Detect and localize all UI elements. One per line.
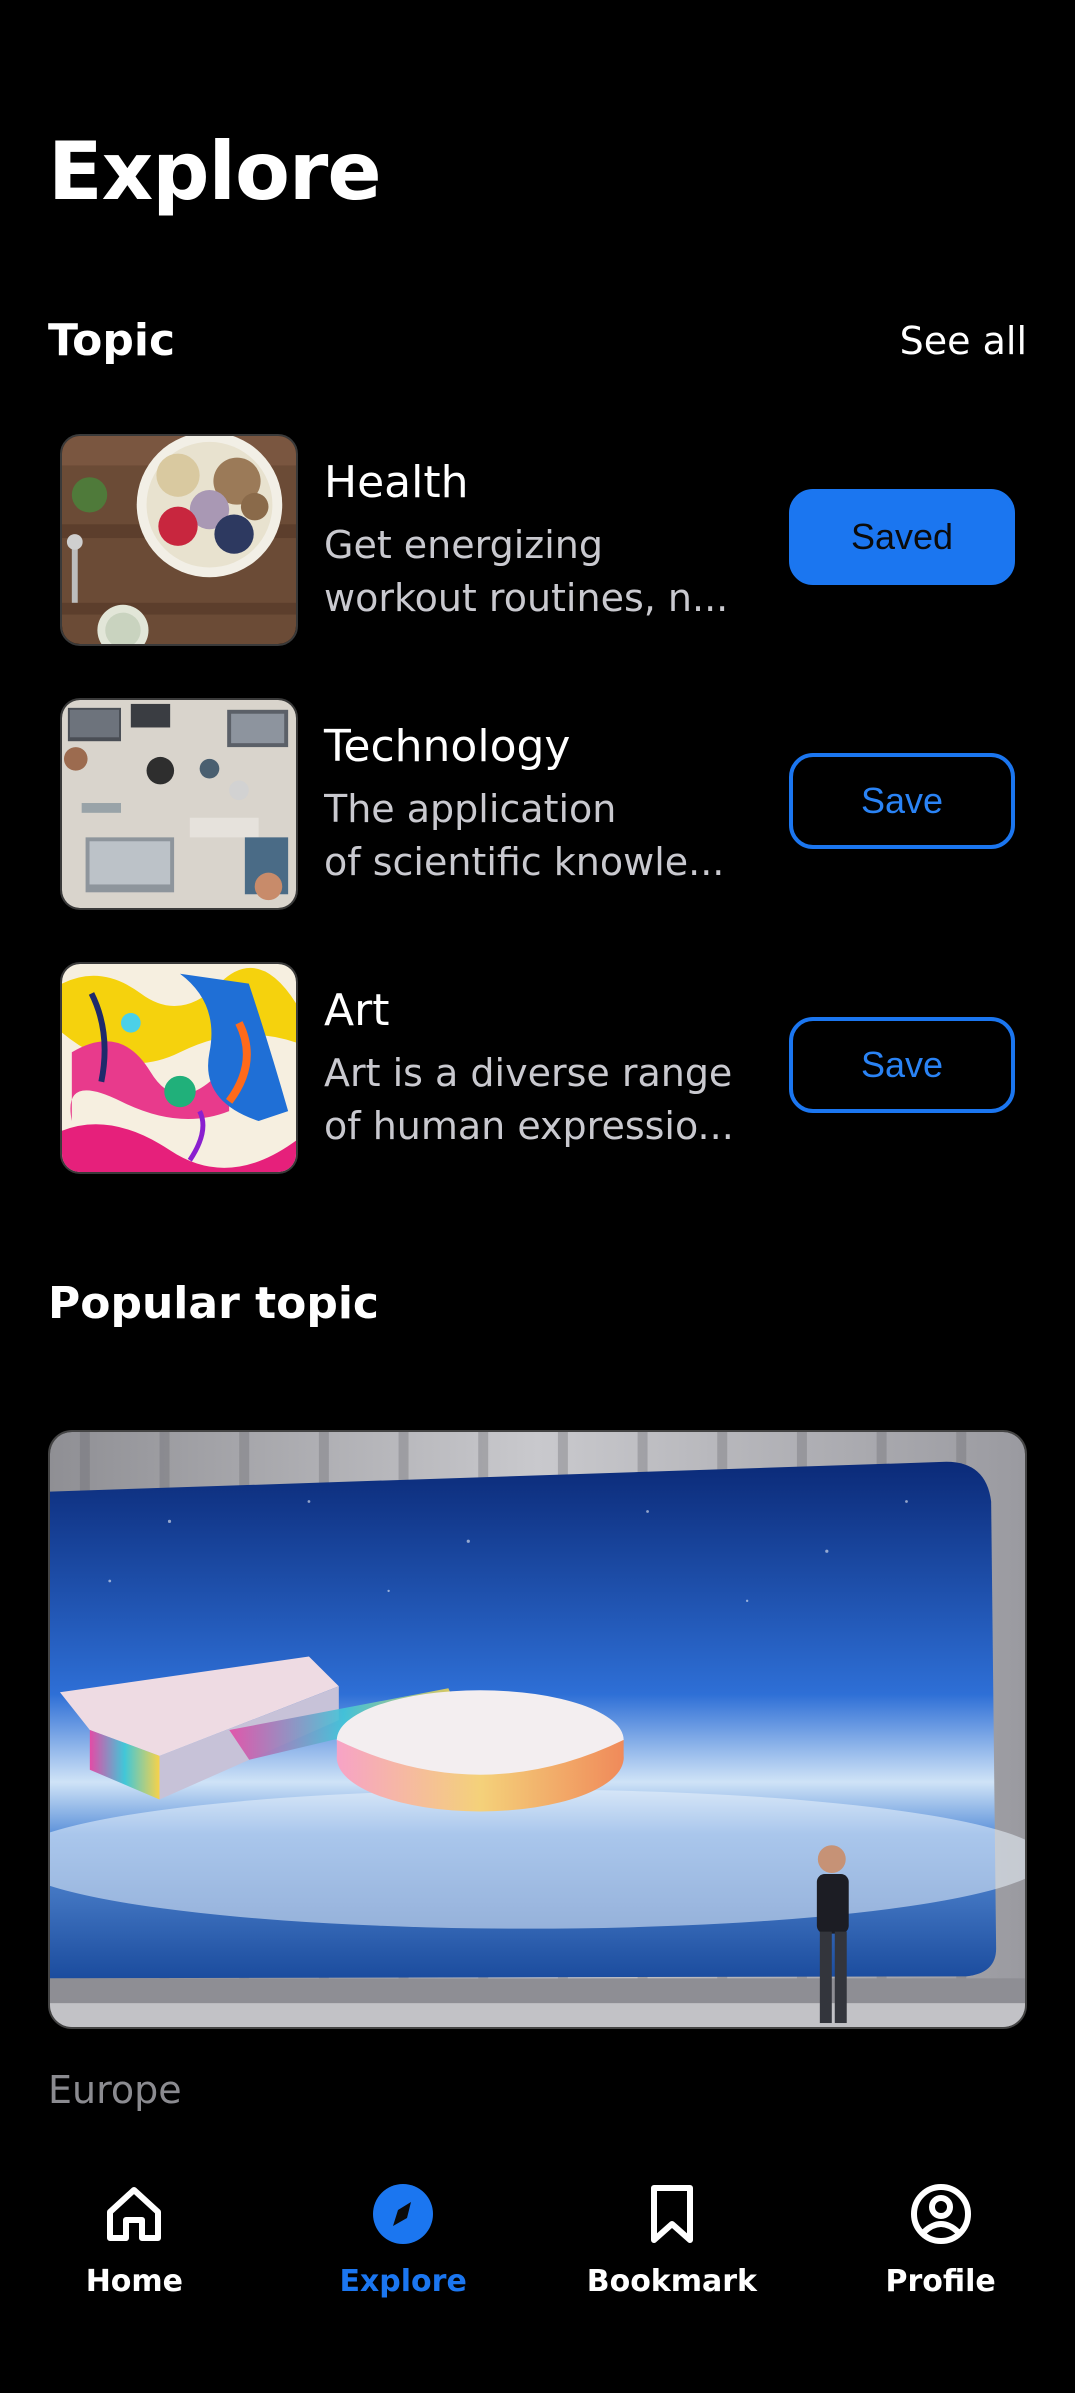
bottom-navigation: Home Explore Bookmark Profile xyxy=(0,2160,1075,2393)
topic-description-line: of scientific knowle... xyxy=(324,840,725,884)
popular-section-header: Popular topic xyxy=(48,1278,1027,1329)
topic-description-line: workout routines, n... xyxy=(324,576,729,620)
health-thumbnail xyxy=(60,434,298,646)
topic-description-line: Get energizing xyxy=(324,523,603,567)
technology-thumbnail xyxy=(60,698,298,910)
save-button[interactable]: Save xyxy=(789,753,1015,849)
topic-name: Health xyxy=(324,457,469,508)
saved-button[interactable]: Saved xyxy=(789,489,1015,585)
topic-description-line: Art is a diverse range xyxy=(324,1051,733,1095)
topic-text: Health Get energizing workout routines, … xyxy=(324,455,754,625)
topic-section-header: Topic See all xyxy=(48,315,1027,366)
topic-name: Technology xyxy=(324,721,571,772)
popular-topic-image xyxy=(50,1432,1025,2027)
topic-row-health[interactable]: Health Get energizing workout routines, … xyxy=(60,432,1015,648)
topic-description-line: of human expressio... xyxy=(324,1104,734,1148)
popular-section-title: Popular topic xyxy=(48,1278,380,1329)
topic-row-art[interactable]: Art Art is a diverse range of human expr… xyxy=(60,960,1015,1176)
nav-label-explore: Explore xyxy=(339,2264,467,2299)
topic-description: The application of scientific knowle... xyxy=(324,783,754,889)
nav-label-bookmark: Bookmark xyxy=(586,2264,758,2299)
art-thumbnail xyxy=(60,962,298,1174)
bookmark-icon xyxy=(650,2185,693,2243)
topic-description: Art is a diverse range of human expressi… xyxy=(324,1047,754,1153)
nav-label-profile: Profile xyxy=(885,2264,996,2299)
nav-item-home[interactable]: Home xyxy=(0,2160,268,2393)
topic-text: Art Art is a diverse range of human expr… xyxy=(324,983,754,1153)
topic-description: Get energizing workout routines, n... xyxy=(324,519,754,625)
home-icon xyxy=(107,2187,162,2241)
topic-text: Technology The application of scientific… xyxy=(324,719,754,889)
topic-section-title: Topic xyxy=(48,315,176,366)
save-button[interactable]: Save xyxy=(789,1017,1015,1113)
compass-icon xyxy=(373,2184,434,2244)
explore-screen: Explore Topic See all Health Get energiz… xyxy=(0,0,1075,2393)
popular-topic-card[interactable] xyxy=(48,1430,1027,2029)
see-all-link[interactable]: See all xyxy=(900,319,1027,363)
nav-item-bookmark[interactable]: Bookmark xyxy=(538,2160,806,2393)
page-title: Explore xyxy=(48,125,382,218)
popular-card-caption: Europe xyxy=(48,2068,182,2112)
nav-item-explore[interactable]: Explore xyxy=(269,2160,537,2393)
profile-icon xyxy=(910,2184,971,2244)
nav-item-profile[interactable]: Profile xyxy=(807,2160,1075,2393)
topic-description-line: The application xyxy=(324,787,617,831)
topic-name: Art xyxy=(324,985,390,1036)
nav-label-home: Home xyxy=(85,2264,184,2299)
topic-row-technology[interactable]: Technology The application of scientific… xyxy=(60,696,1015,912)
